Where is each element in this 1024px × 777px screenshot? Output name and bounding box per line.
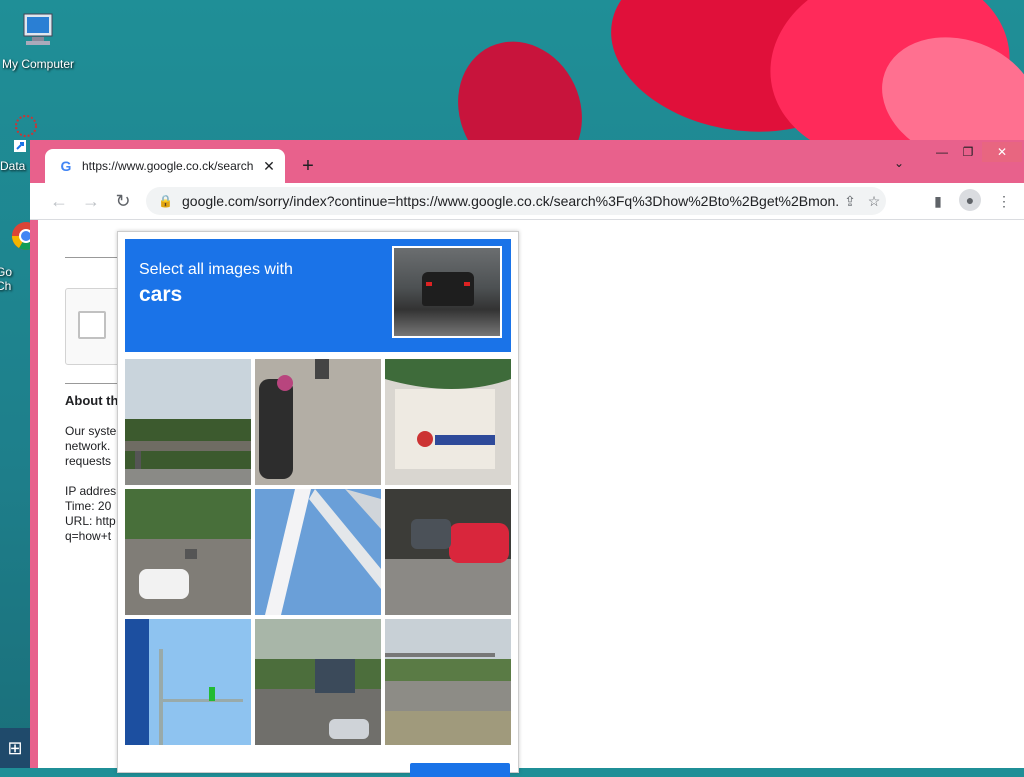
- tab-title: https://www.google.co.ck/search: [82, 159, 254, 173]
- browser-tab[interactable]: G https://www.google.co.ck/search ✕: [45, 149, 285, 183]
- captcha-tile[interactable]: [385, 359, 511, 485]
- captcha-target: cars: [139, 283, 183, 306]
- captcha-tile[interactable]: [125, 619, 251, 745]
- divider: [65, 257, 125, 258]
- tab-search-chevron-icon[interactable]: ⌄: [894, 156, 904, 170]
- google-favicon-icon: G: [60, 158, 72, 174]
- captcha-tile[interactable]: [255, 359, 381, 485]
- captcha-tile[interactable]: [125, 489, 251, 615]
- captcha-challenge-dialog: Select all images with cars: [117, 231, 519, 777]
- captcha-tile[interactable]: [125, 359, 251, 485]
- window-close-icon[interactable]: ✕: [982, 142, 1022, 162]
- captcha-tile[interactable]: [385, 619, 511, 745]
- windows-logo-icon: ⊞: [7, 738, 23, 758]
- sample-car-image: [392, 246, 502, 338]
- back-arrow-icon[interactable]: ←: [47, 189, 71, 213]
- bookmark-star-icon[interactable]: ☆: [862, 193, 886, 210]
- address-bar-url[interactable]: google.com/sorry/index?continue=https://…: [182, 193, 838, 209]
- captcha-header: Select all images with cars: [125, 239, 511, 352]
- reload-icon[interactable]: ↻: [111, 189, 135, 213]
- lock-icon: 🔒: [158, 194, 173, 208]
- start-button[interactable]: ⊞: [0, 728, 30, 768]
- new-tab-icon[interactable]: +: [296, 154, 320, 178]
- recaptcha-checkbox[interactable]: [78, 311, 106, 339]
- browser-toolbar: ← → ↻ 🔒 google.com/sorry/index?continue=…: [30, 183, 1024, 220]
- desktop-icon-label: My Computer: [1, 57, 75, 71]
- captcha-tile[interactable]: [255, 619, 381, 745]
- request-details: IP addres Time: 20 URL: http q=how+t: [65, 484, 117, 543]
- wallpaper-flower: [440, 0, 1024, 145]
- share-icon[interactable]: ⇪: [838, 193, 862, 210]
- tab-strip: G https://www.google.co.ck/search ✕ + ⌄ …: [30, 140, 1024, 183]
- captcha-image-grid: [125, 359, 511, 745]
- captcha-tile[interactable]: [255, 489, 381, 615]
- desktop-icon-my-computer[interactable]: My Computer: [0, 10, 76, 71]
- side-panel-icon[interactable]: ▮: [926, 189, 950, 213]
- address-bar[interactable]: 🔒 google.com/sorry/index?continue=https:…: [146, 187, 886, 215]
- forward-arrow-icon[interactable]: →: [79, 189, 103, 213]
- menu-kebab-icon[interactable]: ⋮: [992, 189, 1016, 213]
- tab-close-icon[interactable]: ✕: [259, 158, 279, 175]
- about-heading: About th: [65, 393, 119, 408]
- captcha-tile[interactable]: [385, 489, 511, 615]
- explanation-text: Our syste network. requests: [65, 424, 117, 468]
- captcha-instruction: Select all images with: [139, 261, 293, 278]
- desktop-icon-label: Go Ch: [0, 265, 13, 293]
- profile-avatar-icon[interactable]: ●: [959, 189, 983, 213]
- verify-button[interactable]: [410, 763, 510, 777]
- computer-icon: [23, 13, 53, 45]
- divider: [65, 383, 125, 384]
